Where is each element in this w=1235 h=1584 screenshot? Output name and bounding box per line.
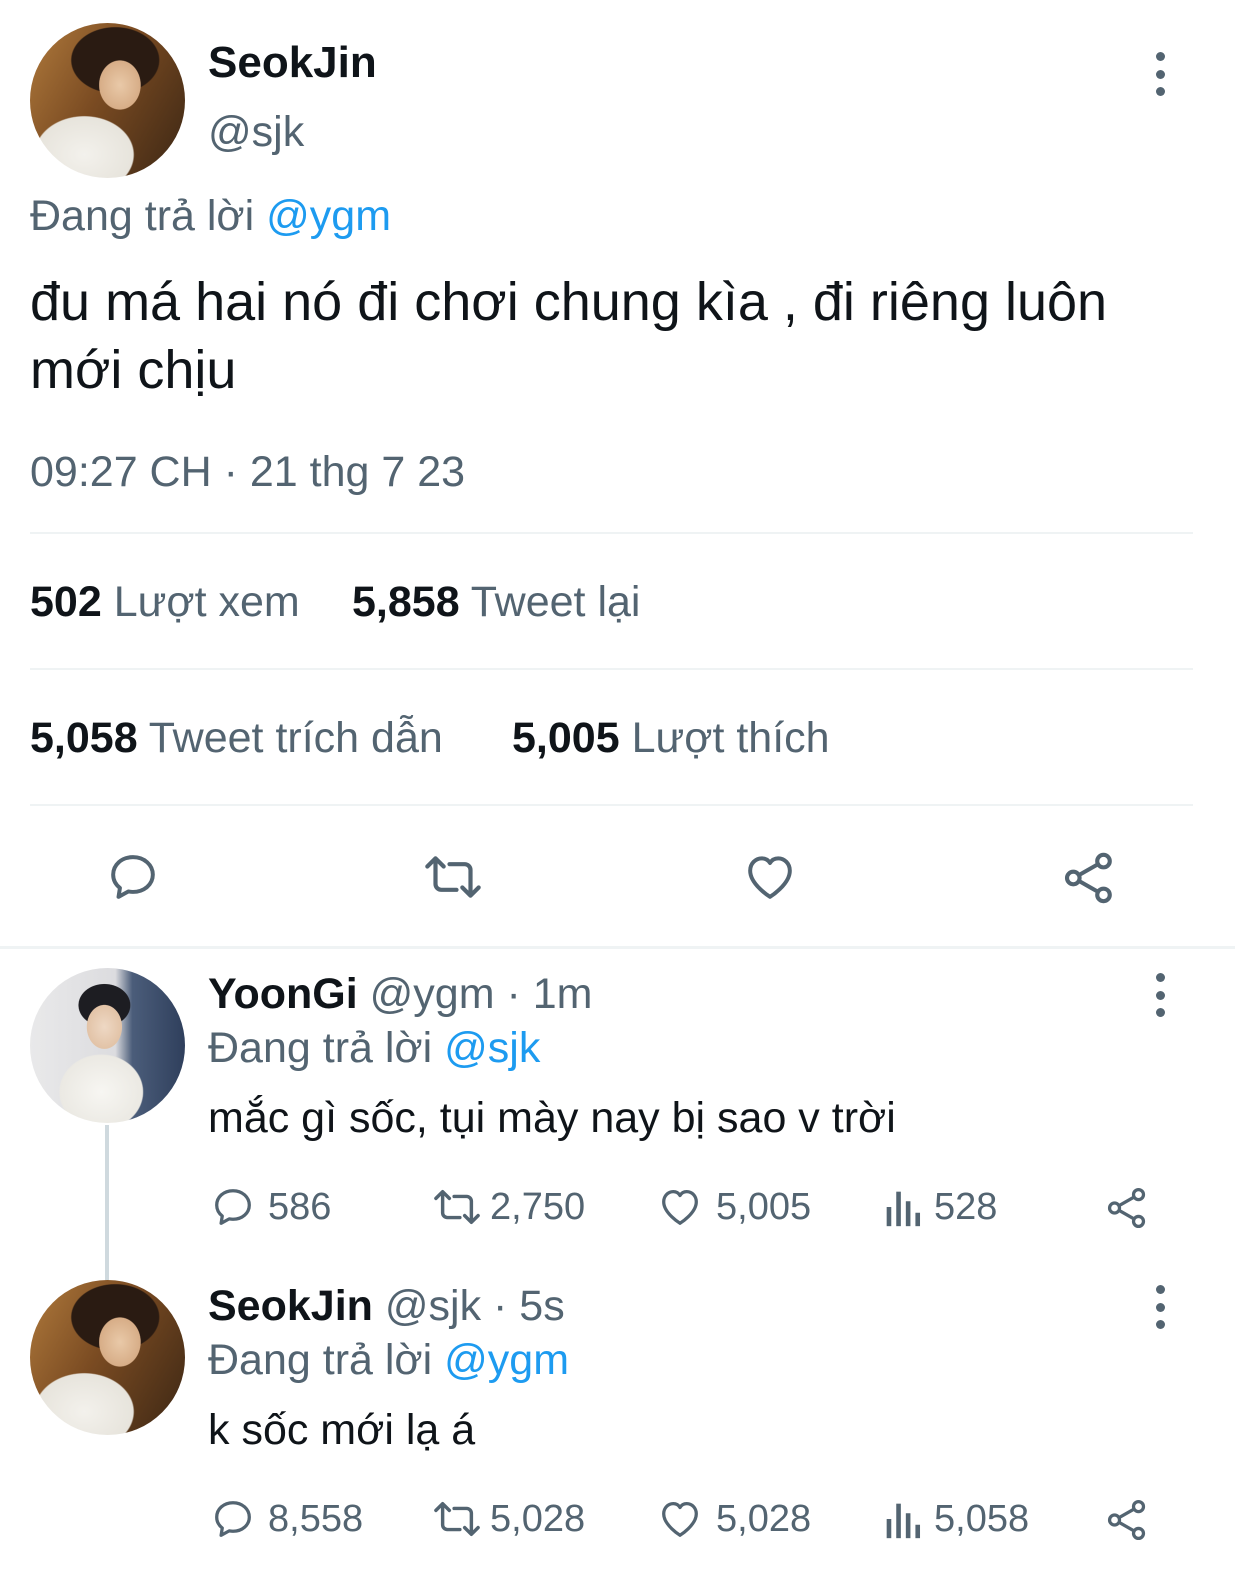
reply-header: SeokJin @sjk · 5s [208,1282,565,1331]
quotes-stat[interactable]: 5,058 Tweet trích dẫn [30,714,443,763]
views-action[interactable]: 528 [882,1184,997,1230]
section-separator [0,946,1235,949]
retweet-icon [434,1501,480,1537]
quotes-count: 5,058 [30,714,138,762]
like-action[interactable]: 5,028 [656,1496,811,1542]
handle[interactable]: @ygm [370,970,495,1018]
retweets-label: Tweet lại [470,578,641,626]
divider [30,532,1193,534]
replying-to-line: Đang trả lời @ygm [208,1336,569,1385]
retweet-action[interactable]: 2,750 [430,1184,585,1230]
reply-count: 8,558 [268,1497,364,1540]
like-icon[interactable] [740,849,800,905]
replying-to-link[interactable]: @ygm [444,1336,569,1384]
more-options-icon[interactable] [1145,973,1175,1017]
retweets-count: 5,858 [352,578,460,626]
replying-to-line: Đang trả lời @ygm [30,192,391,241]
like-count: 5,028 [716,1497,812,1540]
retweet-icon[interactable] [420,849,486,905]
views-action[interactable]: 5,058 [882,1496,1029,1542]
reply-header: YoonGi @ygm · 1m [208,970,592,1019]
divider [30,668,1193,670]
views-count: 502 [30,578,102,626]
reply-action[interactable]: 586 [210,1184,331,1230]
retweet-count: 2,750 [490,1185,586,1228]
likes-count: 5,005 [512,714,620,762]
reply-text: mắc gì sốc, tụi mày nay bị sao v trời [208,1094,896,1142]
display-name[interactable]: SeokJin [208,1282,373,1330]
avatar[interactable] [30,23,185,178]
reply-icon [215,1189,251,1225]
likes-label: Lượt thích [631,714,830,762]
display-name[interactable]: SeokJin [208,38,377,88]
reply-action[interactable]: 8,558 [210,1496,363,1542]
thread-line [105,1125,109,1285]
likes-stat[interactable]: 5,005 Lượt thích [512,714,830,763]
like-count: 5,005 [716,1185,812,1228]
tweet-text: đu má hai nó đi chơi chung kìa , đi riên… [30,272,1108,400]
main-tweet: SeokJin @sjk Đang trả lời @ygm đu má hai… [0,0,1235,956]
like-icon [662,1502,698,1537]
replying-label: Đang trả lời [208,1024,433,1072]
views-label: Lượt xem [113,578,300,626]
handle[interactable]: @sjk [208,108,304,157]
reply-time[interactable]: · 5s [493,1282,565,1330]
views-chart-icon [886,1191,921,1227]
share-icon[interactable] [1060,849,1118,907]
views-chart-icon [886,1503,921,1539]
reply-time[interactable]: · 1m [506,970,592,1018]
replying-to-link[interactable]: @ygm [266,192,391,240]
retweets-stat[interactable]: 5,858 Tweet lại [352,578,640,627]
avatar[interactable] [30,968,185,1123]
views-count: 5,058 [934,1497,1030,1540]
replying-to-line: Đang trả lời @sjk [208,1024,540,1073]
retweet-count: 5,028 [490,1497,586,1540]
reply-text: k sốc mới lạ á [208,1406,476,1454]
like-icon [662,1190,698,1225]
reply-count: 586 [268,1185,332,1228]
quotes-label: Tweet trích dẫn [148,714,443,762]
retweet-action[interactable]: 5,028 [430,1496,585,1542]
replying-to-link[interactable]: @sjk [444,1024,540,1072]
tweet-timestamp[interactable]: 09:27 CH · 21 thg 7 23 [30,448,465,497]
handle[interactable]: @sjk [385,1282,481,1330]
more-options-icon[interactable] [1145,1285,1175,1329]
more-options-icon[interactable] [1145,52,1175,96]
avatar[interactable] [30,1280,185,1435]
reply-icon [215,1501,251,1537]
views-count: 528 [934,1185,998,1228]
replying-label: Đang trả lời [208,1336,433,1384]
display-name[interactable]: YoonGi [208,970,358,1018]
divider [30,804,1193,806]
replying-label: Đang trả lời [30,192,255,240]
reply-icon[interactable] [105,849,161,905]
views-stat[interactable]: 502 Lượt xem [30,578,300,627]
share-icon[interactable] [1104,1185,1150,1231]
like-action[interactable]: 5,005 [656,1184,811,1230]
retweet-icon [434,1189,480,1225]
share-icon[interactable] [1104,1497,1150,1543]
